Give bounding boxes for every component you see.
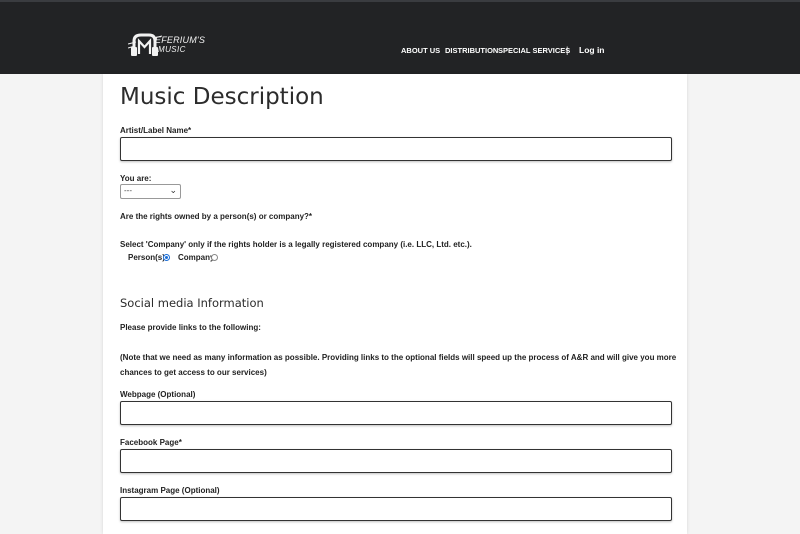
instagram-label: Instagram Page (Optional)	[120, 486, 220, 495]
radio-persons[interactable]	[163, 254, 170, 261]
site-header: EFERIUM'S MUSIC ABOUT US DISTRIBUTION SP…	[0, 0, 800, 74]
login-link[interactable]: Log in	[579, 45, 605, 55]
facebook-label: Facebook Page*	[120, 438, 182, 447]
you-are-label: You are:	[120, 174, 152, 183]
you-are-selected-value: ---	[124, 186, 132, 195]
radio-label-company: Company	[178, 253, 215, 262]
logo-text-line-1: EFERIUM'S	[155, 35, 206, 45]
page-title: Music Description	[120, 84, 324, 110]
main-nav: ABOUT US DISTRIBUTION SPECIAL SERVICES |…	[0, 45, 800, 60]
webpage-input[interactable]	[120, 401, 672, 425]
radio-label-persons: Person(s)	[128, 253, 165, 262]
nav-item-about-us[interactable]: ABOUT US	[401, 46, 440, 55]
social-media-section-title: Social media Information	[120, 296, 264, 310]
facebook-input[interactable]	[120, 449, 672, 473]
artist-name-label: Artist/Label Name*	[120, 126, 192, 135]
nav-item-distribution[interactable]: DISTRIBUTION	[445, 46, 498, 55]
social-intro-text: Please provide links to the following:	[120, 323, 261, 332]
rights-hint-text: Select 'Company' only if the rights hold…	[120, 240, 472, 249]
nav-separator: |	[566, 45, 569, 55]
chevron-down-icon: ⌄	[169, 185, 177, 195]
rights-question-label: Are the rights owned by a person(s) or c…	[120, 212, 313, 221]
radio-company[interactable]	[211, 254, 218, 261]
instagram-input[interactable]	[120, 497, 672, 521]
social-note-text: (Note that we need as many information a…	[120, 353, 677, 377]
nav-item-special-services[interactable]: SPECIAL SERVICES	[498, 46, 570, 55]
you-are-select[interactable]: --- ⌄	[120, 184, 181, 199]
artist-name-input[interactable]	[120, 137, 672, 161]
webpage-label: Webpage (Optional)	[120, 390, 196, 399]
